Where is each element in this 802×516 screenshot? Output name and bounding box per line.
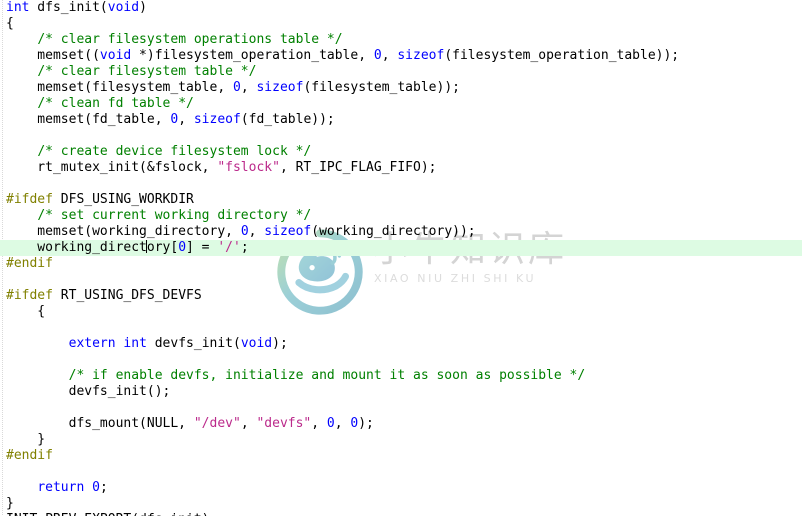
code-line[interactable]: extern int devfs_init(void); — [0, 336, 802, 352]
code-line-blank[interactable] — [0, 272, 802, 288]
code-line[interactable]: /* clear filesystem table */ — [0, 64, 802, 80]
code-line[interactable]: #endif — [0, 448, 802, 464]
code-line[interactable]: dfs_mount(NULL, "/dev", "devfs", 0, 0); — [0, 416, 802, 432]
code-line[interactable]: int dfs_init(void) — [0, 0, 802, 16]
code-line[interactable]: /* create device filesystem lock */ — [0, 144, 802, 160]
code-line[interactable]: rt_mutex_init(&fslock, "fslock", RT_IPC_… — [0, 160, 802, 176]
code-line[interactable]: memset(filesystem_table, 0, sizeof(files… — [0, 80, 802, 96]
code-line[interactable]: devfs_init(); — [0, 384, 802, 400]
text-caret — [146, 240, 148, 253]
code-line[interactable]: } — [0, 496, 802, 512]
code-content[interactable]: int dfs_init(void) { /* clear filesystem… — [0, 0, 802, 516]
code-line[interactable]: return 0; — [0, 480, 802, 496]
code-line-blank[interactable] — [0, 464, 802, 480]
code-line-blank[interactable] — [0, 176, 802, 192]
code-line[interactable]: { — [0, 304, 802, 320]
code-line[interactable]: memset(fd_table, 0, sizeof(fd_table)); — [0, 112, 802, 128]
code-line[interactable]: #ifdef DFS_USING_WORKDIR — [0, 192, 802, 208]
code-line-current[interactable]: working_directory[0] = '/'; — [0, 240, 802, 256]
code-line[interactable]: INIT_PREV_EXPORT(dfs_init); — [0, 512, 802, 516]
code-line[interactable]: memset((void *)filesystem_operation_tabl… — [0, 48, 802, 64]
code-line[interactable]: memset(working_directory, 0, sizeof(work… — [0, 224, 802, 240]
code-line[interactable]: /* clean fd table */ — [0, 96, 802, 112]
code-line[interactable]: #endif — [0, 256, 802, 272]
code-line-blank[interactable] — [0, 320, 802, 336]
code-line[interactable]: { — [0, 16, 802, 32]
code-line[interactable]: /* if enable devfs, initialize and mount… — [0, 368, 802, 384]
code-line-blank[interactable] — [0, 352, 802, 368]
code-line[interactable]: /* set current working directory */ — [0, 208, 802, 224]
code-line-blank[interactable] — [0, 128, 802, 144]
code-line[interactable]: /* clear filesystem operations table */ — [0, 32, 802, 48]
code-line[interactable]: #ifdef RT_USING_DFS_DEVFS — [0, 288, 802, 304]
code-line-blank[interactable] — [0, 400, 802, 416]
code-editor[interactable]: 小牛知识库 XIAO NIU ZHI SHI KU int dfs_init(v… — [0, 0, 802, 516]
code-line[interactable]: } — [0, 432, 802, 448]
